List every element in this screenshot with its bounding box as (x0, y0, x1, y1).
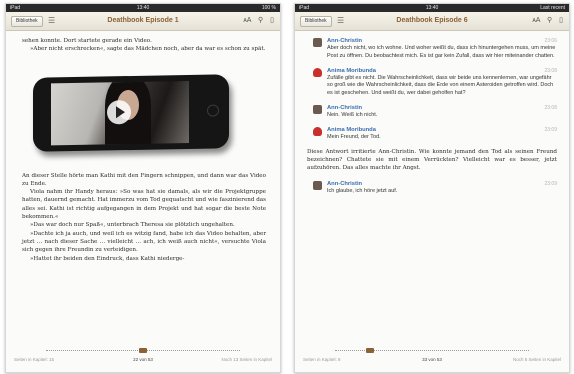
message-text: Ich glaube, ich höre jetzt auf. (327, 188, 398, 195)
paragraph: »Das war doch nur Spaß«, unterbrach Ther… (30, 222, 235, 229)
search-icon[interactable]: ⚲ (547, 17, 552, 24)
narration-paragraph: Diese Antwort irritierte Ann-Christin. W… (307, 148, 557, 172)
scrubber-thumb[interactable] (139, 348, 147, 353)
status-bar: iPad 13:40 100 % (6, 4, 280, 12)
paragraph: »Hattet ihr beiden den Eindruck, dass Ka… (30, 255, 185, 262)
message-time: 23:08 (544, 67, 557, 74)
phone-home-button (207, 104, 219, 117)
anima-avatar (313, 67, 322, 77)
search-icon[interactable]: ⚲ (258, 17, 263, 24)
ipad-left-screen: iPad 13:40 100 % Bibliothek ☰ Deathbook … (5, 3, 281, 373)
font-size-icon[interactable]: ᴀA (532, 17, 540, 24)
message-time: 23:09 (544, 181, 557, 188)
chat-message: Anima Moribunda 23:08 Zufälle gibt es ni… (307, 67, 557, 98)
chat-message: Anima Moribunda 23:09 Mein Freund, der T… (307, 126, 557, 142)
scrubber-thumb[interactable] (365, 348, 374, 353)
book-page: sehen konnte. Dort startete gerade ein V… (6, 31, 280, 263)
battery-label: Last recent (540, 5, 565, 11)
bookmark-icon[interactable]: ▯ (270, 17, 274, 24)
ann-avatar (313, 104, 322, 114)
message-time: 23:08 (544, 104, 557, 111)
message-sender: Anima Moribunda (327, 126, 376, 133)
message-sender: Anima Moribunda (327, 67, 376, 74)
bookmark-icon[interactable]: ▯ (559, 17, 563, 24)
ipad-right-screen: iPad 13:40 Last recent Bibliothek ☰ Deat… (294, 3, 570, 373)
status-bar: iPad 13:40 Last recent (295, 4, 569, 12)
paragraph: An dieser Stelle hörte man Kathi mit den… (22, 172, 266, 187)
remaining-pages-label: Noch 5 Seiten in Kapitel (512, 357, 561, 362)
remaining-pages-label: Noch 13 Seiten in Kapitel (221, 357, 272, 362)
chat-message: Ann-Christin 23:06 Aber doch nicht, wo i… (307, 37, 557, 61)
page-footer: Seiten in Kapitel: 15 22 von 53 Noch 13 … (14, 357, 272, 365)
phone-image (33, 73, 229, 152)
ann-avatar (313, 181, 322, 191)
page-scrubber[interactable] (46, 348, 240, 353)
clock: 13:40 (425, 5, 439, 11)
ann-avatar (313, 38, 322, 47)
embedded-video (22, 64, 266, 160)
play-icon[interactable] (107, 99, 131, 125)
chat-page: Ann-Christin 23:06 Aber doch nicht, wo i… (295, 31, 569, 196)
chat-message: Ann-Christin 23:08 Nein. Weiß ich nicht. (307, 104, 557, 120)
message-sender: Ann-Christin (327, 104, 363, 111)
battery-label: 100 % (261, 5, 276, 11)
page-footer: Seiten in Kapitel: 8 33 von 53 Noch 5 Se… (303, 357, 561, 365)
message-time: 23:06 (544, 38, 557, 44)
message-text: Nein. Weiß ich nicht. (327, 111, 378, 118)
message-text: Aber doch nicht, wo ich wohne. Und woher… (327, 45, 556, 59)
message-sender: Ann-Christin (327, 181, 363, 188)
reader-toolbar: Bibliothek ☰ Deathbook Episode 6 ᴀA ⚲ ▯ (295, 12, 569, 31)
page-scrubber[interactable] (335, 348, 529, 353)
paragraph: sehen konnte. Dort startete gerade ein V… (22, 38, 152, 44)
clock: 13:40 (136, 5, 150, 11)
font-size-icon[interactable]: ᴀA (243, 17, 251, 24)
reader-toolbar: Bibliothek ☰ Deathbook Episode 1 ᴀA ⚲ ▯ (6, 12, 280, 31)
paragraph: »Dachte ich ja auch, und weil ich es wit… (22, 230, 266, 254)
message-time: 23:09 (544, 126, 557, 133)
message-sender: Ann-Christin (327, 38, 363, 44)
chat-message: Ann-Christin 23:09 Ich glaube, ich höre … (307, 180, 557, 196)
video-frame (51, 80, 189, 145)
anima-avatar (313, 126, 322, 136)
paragraph: »Aber nicht erschrecken«, sagte das Mädc… (30, 46, 266, 53)
paragraph: Viola nahm ihr Handy heraus: »So was hat… (22, 189, 266, 221)
message-text: Mein Freund, der Tod. (327, 133, 381, 140)
message-text: Zufälle gibt es nicht. Die Wahrscheinlic… (327, 74, 554, 97)
